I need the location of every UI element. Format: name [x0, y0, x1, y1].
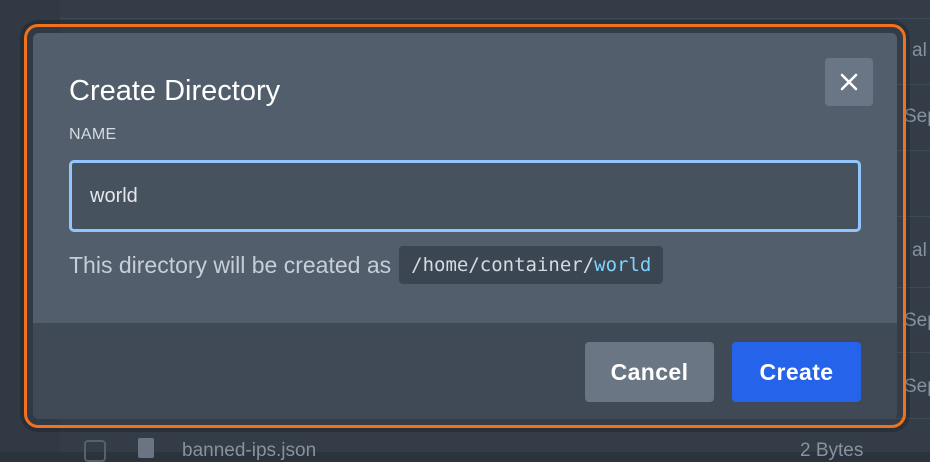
path-prefix: /home/container/	[411, 254, 595, 276]
path-directory-name: world	[594, 254, 652, 276]
create-directory-dialog: Create Directory NAME This directory wil…	[33, 33, 897, 419]
row-fragment: Sep	[904, 106, 930, 127]
row-fragment: Sep	[904, 376, 930, 397]
file-icon	[138, 438, 154, 458]
close-icon	[839, 72, 859, 92]
name-field-label: NAME	[69, 126, 117, 143]
directory-name-input[interactable]	[69, 160, 861, 232]
file-name[interactable]: banned-ips.json	[182, 440, 316, 462]
row-divider	[60, 18, 930, 19]
row-fragment: al	[912, 40, 927, 61]
path-code: /home/container/world	[399, 246, 664, 284]
dialog-title: Create Directory	[69, 75, 281, 107]
path-preview: This directory will be created as /home/…	[69, 246, 664, 284]
cancel-button[interactable]: Cancel	[585, 342, 714, 402]
row-fragment: al	[912, 240, 927, 261]
create-button[interactable]: Create	[732, 342, 861, 402]
row-fragment: Sep	[904, 310, 930, 331]
file-size: 2 Bytes	[800, 440, 864, 461]
close-button[interactable]	[825, 58, 873, 106]
path-preview-text: This directory will be created as	[69, 251, 392, 278]
row-checkbox[interactable]	[84, 440, 106, 462]
